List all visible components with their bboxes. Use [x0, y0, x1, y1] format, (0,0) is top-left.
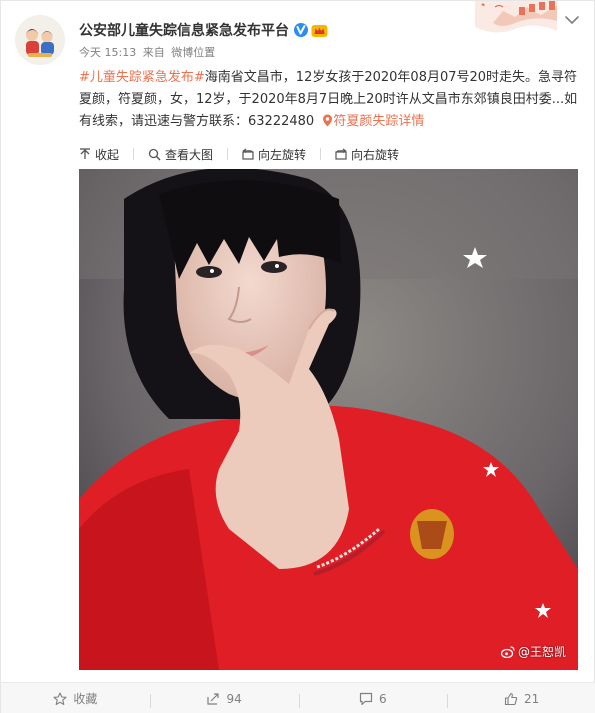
- magnify-icon: [148, 148, 161, 161]
- post-source[interactable]: 微博位置: [171, 46, 215, 59]
- post-meta: 今天 15:13 来自 微博位置: [79, 44, 218, 60]
- action-bar: 收藏 94 6 21: [1, 682, 595, 713]
- weibo-logo-icon: [500, 645, 515, 658]
- rotate-left-icon: [242, 148, 254, 160]
- post-text: #儿童失踪紧急发布#海南省文昌市，12岁女孩于2020年08月07号20时走失。…: [79, 67, 584, 133]
- collapse-label: 收起: [95, 147, 120, 162]
- media-toolbar: 收起 查看大图 向左旋转 向右旋转: [79, 144, 413, 164]
- great-wall-banner-icon: [475, 1, 557, 33]
- post-photo[interactable]: @王恕凯: [79, 169, 578, 670]
- toolbar-divider: [133, 148, 135, 160]
- post-time[interactable]: 今天 15:13: [79, 46, 136, 59]
- rotate-right-button[interactable]: 向右旋转: [335, 146, 399, 163]
- photo-watermark: @王恕凯: [500, 643, 566, 660]
- like-button[interactable]: 21: [447, 691, 595, 708]
- comment-icon: [359, 692, 373, 705]
- rotate-left-button[interactable]: 向左旋转: [242, 146, 306, 163]
- view-large-label: 查看大图: [165, 147, 214, 162]
- from-label: 来自: [142, 46, 165, 59]
- detail-link[interactable]: 符夏颜失踪详情: [318, 114, 424, 129]
- phone-number[interactable]: 63222480: [248, 114, 314, 129]
- detail-link-label: 符夏颜失踪详情: [333, 114, 425, 129]
- avatar[interactable]: [15, 15, 65, 65]
- rotate-right-label: 向右旋转: [351, 147, 400, 162]
- like-count: 21: [523, 691, 540, 706]
- rotate-left-label: 向左旋转: [258, 147, 307, 162]
- star-icon: [53, 691, 67, 705]
- repost-icon: [207, 692, 220, 705]
- toolbar-divider: [227, 148, 229, 160]
- girl-portrait-image: [79, 169, 578, 670]
- username[interactable]: 公安部儿童失踪信息紧急发布平台: [79, 20, 289, 40]
- view-large-button[interactable]: 查看大图: [148, 146, 213, 163]
- collapse-button[interactable]: 收起: [79, 146, 119, 163]
- verified-badge-icon[interactable]: [294, 23, 308, 37]
- arrow-up-icon: [80, 148, 90, 159]
- rotate-right-icon: [335, 148, 347, 160]
- location-pin-icon: [323, 114, 333, 127]
- weibo-post-card: 公安部儿童失踪信息紧急发布平台 今天 15:13 来自 微博位置 #儿童失踪紧急…: [0, 0, 595, 713]
- favorite-label: 收藏: [73, 692, 98, 706]
- vip-crown-icon[interactable]: [311, 23, 328, 38]
- repost-button[interactable]: 94: [149, 691, 299, 708]
- watermark-text: @王恕凯: [517, 645, 566, 659]
- hashtag-link[interactable]: #儿童失踪紧急发布#: [79, 70, 205, 85]
- repost-count: 94: [226, 691, 242, 706]
- thumbs-up-icon: [504, 692, 518, 705]
- comment-button[interactable]: 6: [298, 691, 448, 708]
- username-row: 公安部儿童失踪信息紧急发布平台: [79, 19, 328, 41]
- toolbar-divider: [320, 148, 322, 160]
- comment-count: 6: [379, 691, 387, 706]
- chevron-down-icon[interactable]: [563, 13, 581, 27]
- favorite-button[interactable]: 收藏: [1, 690, 150, 707]
